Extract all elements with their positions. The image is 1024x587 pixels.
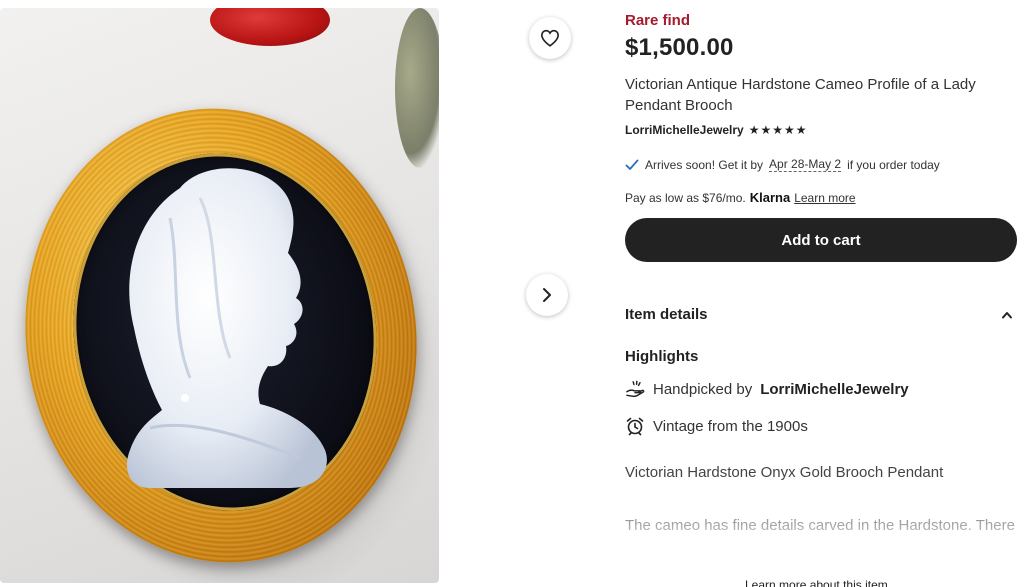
shop-row: LorriMichelleJewelry ★★★★★: [625, 123, 808, 137]
background-berry: [210, 8, 330, 46]
vintage-label: Vintage from the 1900s: [653, 417, 808, 435]
favorite-button[interactable]: [529, 17, 571, 59]
chevron-up-icon: [1002, 311, 1012, 318]
highlights-heading: Highlights: [625, 348, 699, 365]
product-image[interactable]: [0, 8, 439, 583]
delivery-prefix: Arrives soon! Get it by: [645, 157, 764, 172]
next-image-button[interactable]: [526, 274, 568, 316]
handpicked-prefix: Handpicked by: [653, 380, 753, 398]
short-description: Victorian Hardstone Onyx Gold Brooch Pen…: [625, 464, 944, 481]
alarm-clock-icon: [626, 417, 644, 436]
highlight-vintage: Vintage from the 1900s: [625, 416, 808, 436]
chevron-right-icon: [543, 288, 551, 302]
heart-icon: [540, 29, 560, 47]
rare-find-badge: Rare find: [625, 12, 691, 29]
learn-more-item-button[interactable]: Learn more about this item: [745, 578, 888, 587]
cameo-profile: [126, 168, 327, 488]
payment-info: Pay as low as $76/mo. Klarna Learn more: [625, 190, 856, 205]
delivery-suffix: if you order today: [847, 157, 940, 172]
learn-more-link[interactable]: Learn more: [794, 191, 855, 205]
delivery-estimate: Arrives soon! Get it by Apr 28-May 2 if …: [625, 157, 940, 172]
hand-icon: [626, 380, 645, 398]
add-to-cart-button[interactable]: Add to cart: [625, 218, 1017, 262]
payment-text: Pay as low as $76/mo.: [625, 190, 746, 205]
background-leaf: [395, 8, 439, 168]
item-details-label: Item details: [625, 306, 708, 323]
rating-stars[interactable]: ★★★★★: [749, 123, 808, 137]
price: $1,500.00: [625, 34, 734, 61]
handpicked-shop-link[interactable]: LorriMichelleJewelry: [760, 381, 908, 398]
shop-name-link[interactable]: LorriMichelleJewelry: [625, 123, 744, 137]
description-fade: [625, 520, 1017, 560]
listing-title: Victorian Antique Hardstone Cameo Profil…: [625, 76, 976, 114]
delivery-dates[interactable]: Apr 28-May 2: [769, 157, 842, 172]
item-details-toggle[interactable]: Item details: [625, 306, 1013, 323]
highlight-handpicked: Handpicked by LorriMichelleJewelry: [625, 380, 909, 398]
klarna-logo: Klarna: [749, 190, 791, 205]
check-icon: [625, 159, 639, 170]
